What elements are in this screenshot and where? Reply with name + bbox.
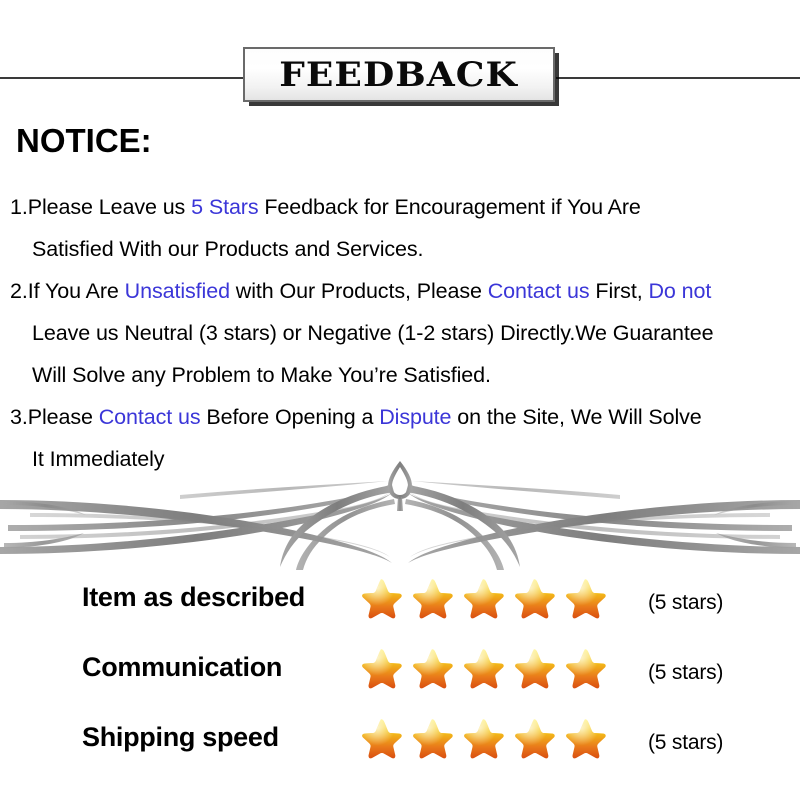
star-icon xyxy=(464,719,504,759)
notice-text: on the Site, We Will Solve xyxy=(451,405,702,429)
notice-line: 2.If You Are Unsatisfied with Our Produc… xyxy=(10,270,800,312)
notice-text: Feedback for Encouragement if You Are xyxy=(258,195,641,219)
notice-list: 1.Please Leave us 5 Stars Feedback for E… xyxy=(10,186,800,480)
feedback-banner-title: FEEDBACK xyxy=(279,54,519,95)
notice-text: with Our Products, Please xyxy=(229,279,488,303)
notice-highlight-text[interactable]: Contact us xyxy=(99,405,201,429)
notice-highlight-text[interactable]: 5 Stars xyxy=(191,195,259,219)
star-icon xyxy=(413,719,453,759)
star-icon xyxy=(515,649,555,689)
rating-label: Item as described xyxy=(82,582,306,612)
rating-count-label: (5 stars) xyxy=(648,731,724,754)
notice-line: Satisfied With our Products and Services… xyxy=(10,228,800,270)
rating-count-label: (5 stars) xyxy=(648,591,724,614)
notice-item-number: 1. xyxy=(10,195,28,219)
notice-heading: NOTICE: xyxy=(16,122,152,159)
star-rating[interactable] xyxy=(358,576,608,622)
notice-text: Leave us Neutral (3 stars) or Negative (… xyxy=(32,321,714,345)
star-icon xyxy=(566,579,606,619)
star-icon xyxy=(362,579,402,619)
notice-item-number: 2. xyxy=(10,279,28,303)
star-rating[interactable] xyxy=(358,646,608,692)
banner-rule-right xyxy=(556,77,800,79)
notice-text: If You Are xyxy=(27,279,125,303)
notice-text: Before Opening a xyxy=(200,405,380,429)
notice-highlight-text[interactable]: Unsatisfied xyxy=(125,279,230,303)
rating-count-label: (5 stars) xyxy=(648,661,724,684)
filigree-flourish-divider-icon xyxy=(0,455,800,570)
star-icon xyxy=(362,719,402,759)
star-icon xyxy=(515,719,555,759)
feedback-banner: FEEDBACK xyxy=(243,47,555,102)
star-icon xyxy=(566,649,606,689)
notice-line: 1.Please Leave us 5 Stars Feedback for E… xyxy=(10,186,800,228)
star-icon xyxy=(515,579,555,619)
star-icon xyxy=(464,579,504,619)
notice-text: Please xyxy=(27,405,99,429)
star-icon xyxy=(464,649,504,689)
rating-label: Shipping speed xyxy=(82,722,279,752)
star-icon xyxy=(413,579,453,619)
rating-row: Communication (5 stars) xyxy=(0,642,800,712)
notice-line: Leave us Neutral (3 stars) or Negative (… xyxy=(10,312,800,354)
notice-text: Satisfied With our Products and Services… xyxy=(32,237,424,261)
notice-line: Will Solve any Problem to Make You’re Sa… xyxy=(10,354,800,396)
notice-highlight-text[interactable]: Dispute xyxy=(379,405,451,429)
notice-line: 3.Please Contact us Before Opening a Dis… xyxy=(10,396,800,438)
rating-label: Communication xyxy=(82,652,283,682)
rating-row: Shipping speed (5 stars) xyxy=(0,712,800,782)
filigree-svg xyxy=(0,461,800,570)
banner-rule-left xyxy=(0,77,245,79)
notice-text: Please Leave us xyxy=(27,195,192,219)
star-icon xyxy=(362,649,402,689)
notice-item-number: 3. xyxy=(10,405,28,429)
feedback-banner-area: FEEDBACK xyxy=(0,0,800,110)
star-icon xyxy=(566,719,606,759)
notice-text: First, xyxy=(589,279,649,303)
ratings-section: Item as described (5 stars) Communication (… xyxy=(0,572,800,782)
notice-highlight-text[interactable]: Do not xyxy=(648,279,711,303)
notice-text: Will Solve any Problem to Make You’re Sa… xyxy=(32,363,491,387)
star-icon xyxy=(413,649,453,689)
star-rating[interactable] xyxy=(358,716,608,762)
rating-row: Item as described (5 stars) xyxy=(0,572,800,642)
notice-highlight-text[interactable]: Contact us xyxy=(488,279,590,303)
